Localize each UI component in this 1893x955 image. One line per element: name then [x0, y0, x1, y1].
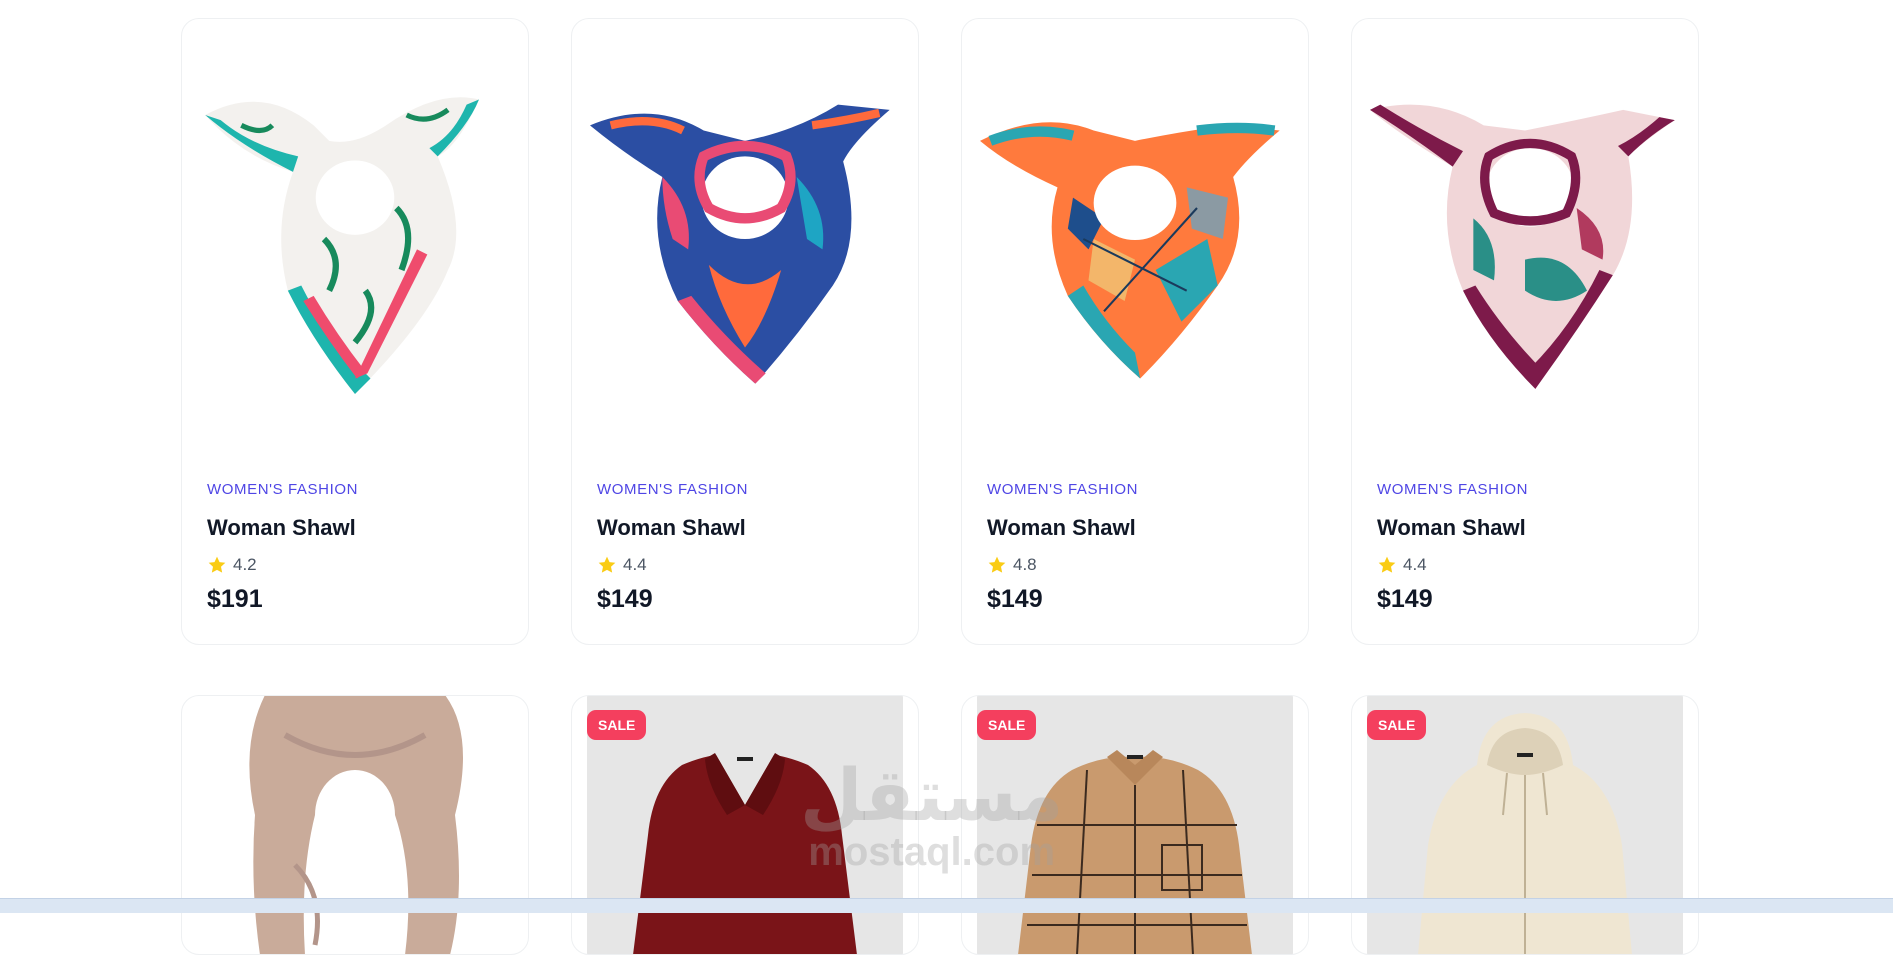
- product-card[interactable]: WOMEN'S FASHION Woman Shawl 4.2 $191: [181, 18, 529, 645]
- product-image[interactable]: [962, 19, 1308, 459]
- product-category: WOMEN'S FASHION: [207, 481, 359, 498]
- product-title[interactable]: Woman Shawl: [597, 515, 898, 541]
- star-icon: [988, 556, 1006, 573]
- product-grid: WOMEN'S FASHION Woman Shawl 4.2 $191 WOM…: [181, 18, 1701, 955]
- rating-value: 4.2: [233, 555, 257, 574]
- sale-badge: SALE: [1367, 710, 1427, 740]
- product-card[interactable]: SALE: [1351, 695, 1699, 955]
- product-price: $149: [1377, 585, 1433, 613]
- product-card[interactable]: WOMEN'S FASHION Woman Shawl 4.4 $149: [571, 18, 919, 645]
- star-icon: [598, 556, 616, 573]
- product-card[interactable]: SALE: [571, 695, 919, 955]
- product-price: $191: [207, 585, 263, 613]
- product-category: WOMEN'S FASHION: [987, 481, 1139, 498]
- scarf-image: [980, 122, 1280, 379]
- product-card[interactable]: WOMEN'S FASHION Woman Shawl 4.4 $149: [1351, 18, 1699, 645]
- sale-badge: SALE: [587, 710, 647, 740]
- star-icon: [208, 556, 226, 573]
- product-image[interactable]: [182, 696, 528, 954]
- product-image[interactable]: [1352, 19, 1698, 459]
- product-card[interactable]: WOMEN'S FASHION Woman Shawl 4.8 $149: [961, 18, 1309, 645]
- scarf-image: [590, 104, 890, 384]
- product-image[interactable]: [572, 19, 918, 459]
- product-category: WOMEN'S FASHION: [1377, 481, 1529, 498]
- rating-value: 4.8: [1013, 555, 1037, 574]
- product-title[interactable]: Woman Shawl: [1377, 515, 1678, 541]
- product-price: $149: [987, 585, 1043, 613]
- rating-value: 4.4: [623, 555, 647, 574]
- product-category: WOMEN'S FASHION: [597, 481, 749, 498]
- sale-badge: SALE: [977, 710, 1037, 740]
- product-rating: 4.4: [597, 555, 898, 575]
- rating-value: 4.4: [1403, 555, 1427, 574]
- scarf-image: [205, 97, 479, 394]
- product-title[interactable]: Woman Shawl: [207, 515, 508, 541]
- product-title[interactable]: Woman Shawl: [987, 515, 1288, 541]
- star-icon: [1378, 556, 1396, 573]
- product-card[interactable]: SALE: [961, 695, 1309, 955]
- beige-scarf-image: [249, 696, 463, 954]
- product-rating: 4.2: [207, 555, 508, 575]
- product-price: $149: [597, 585, 653, 613]
- browser-bottom-bar: [0, 898, 1893, 913]
- product-rating: 4.8: [987, 555, 1288, 575]
- product-image[interactable]: [182, 19, 528, 459]
- product-rating: 4.4: [1377, 555, 1678, 575]
- product-card[interactable]: [181, 695, 529, 955]
- scarf-image: [1370, 104, 1675, 389]
